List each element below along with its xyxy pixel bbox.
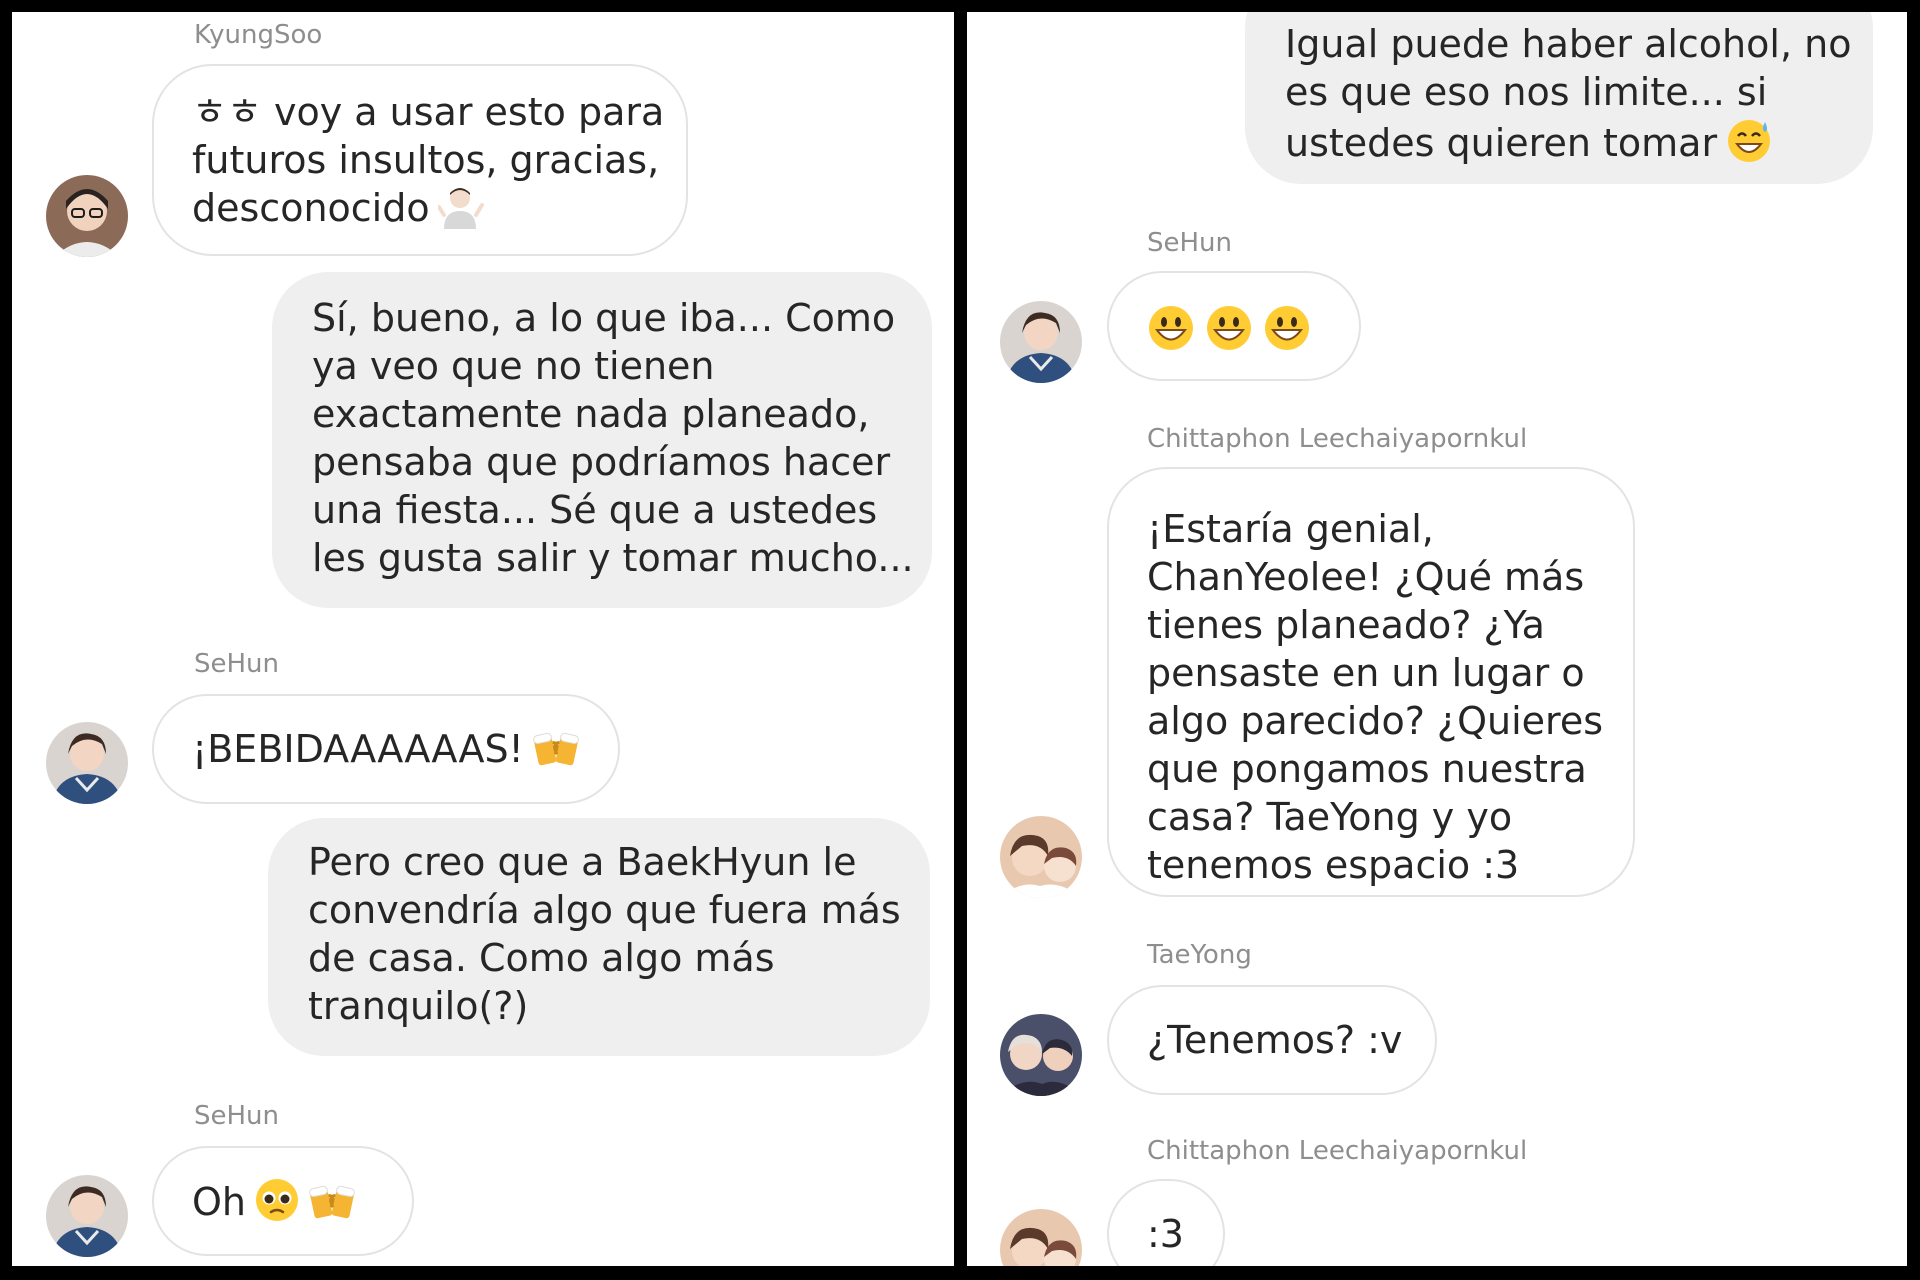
message-line: convendría algo que fuera más — [308, 888, 901, 932]
clinking-beer-mugs-emoji — [308, 1179, 356, 1234]
sender-name: SeHun — [1147, 228, 1233, 258]
sender-name: Chittaphon Leechaiyapornkul — [1147, 1136, 1528, 1166]
avatar-chittaphon[interactable] — [1000, 1209, 1082, 1266]
sender-name: TaeYong — [1147, 940, 1252, 970]
sender-name: KyungSoo — [194, 20, 323, 50]
message-bubble[interactable]: :3 — [1107, 1179, 1225, 1266]
avatar-sehun[interactable] — [46, 722, 128, 804]
pleading-face-emoji — [254, 1177, 300, 1234]
sender-name: SeHun — [194, 649, 280, 679]
message-line: ¡BEBIDAAAAAAS! — [192, 727, 524, 771]
message-bubble[interactable]: ¡BEBIDAAAAAAS! — [152, 694, 620, 804]
message-line: pensaba que podríamos hacer — [312, 440, 891, 484]
person-shrugging-emoji — [436, 185, 484, 240]
message-line: ChanYeolee! ¿Qué más — [1147, 555, 1585, 599]
message-line: algo parecido? ¿Quieres — [1147, 699, 1603, 743]
message-line: ㅎㅎ voy a usar esto para — [192, 90, 665, 134]
message-bubble-outgoing[interactable]: Sí, bueno, a lo que iba... Como ya veo q… — [272, 272, 932, 608]
avatar-chittaphon[interactable] — [1000, 816, 1082, 898]
message-line: Oh — [192, 1180, 246, 1224]
message-line: tenemos espacio :3 — [1147, 843, 1520, 887]
avatar-sehun[interactable] — [1000, 301, 1082, 383]
avatar-sehun[interactable] — [46, 1175, 128, 1257]
chat-panel-left: KyungSoo ㅎㅎ voy a usar esto para futuros… — [12, 12, 954, 1266]
message-line: ¡Estaría genial, — [1147, 507, 1434, 551]
avatar-kyungsoo[interactable] — [46, 175, 128, 257]
message-bubble[interactable]: Oh — [152, 1146, 414, 1256]
message-line: una fiesta... Sé que a ustedes — [312, 488, 878, 532]
message-bubble[interactable]: ¡Estaría genial, ChanYeolee! ¿Qué más ti… — [1107, 467, 1635, 897]
message-line: de casa. Como algo más — [308, 936, 775, 980]
chat-panel-right: Igual puede haber alcohol, no es que eso… — [967, 12, 1907, 1266]
message-line: futuros insultos, gracias, — [192, 138, 660, 182]
message-bubble[interactable] — [1107, 271, 1361, 381]
message-line: tranquilo(?) — [308, 984, 529, 1028]
message-line: Pero creo que a BaekHyun le — [308, 840, 857, 884]
message-line: tienes planeado? ¿Ya — [1147, 603, 1545, 647]
message-line: pensaste en un lugar o — [1147, 651, 1585, 695]
message-bubble-outgoing[interactable]: Igual puede haber alcohol, no es que eso… — [1245, 12, 1873, 184]
message-line: Igual puede haber alcohol, no — [1285, 22, 1852, 66]
grinning-sweat-emoji — [1725, 116, 1773, 175]
message-line: es que eso nos limite... si — [1285, 70, 1768, 114]
clinking-beer-mugs-emoji — [532, 726, 580, 781]
message-bubble[interactable]: ¿Tenemos? :v — [1107, 985, 1437, 1095]
message-line: exactamente nada planeado, — [312, 392, 870, 436]
avatar-taeyong[interactable] — [1000, 1014, 1082, 1096]
sender-name: SeHun — [194, 1101, 280, 1131]
message-line: que pongamos nuestra — [1147, 747, 1587, 791]
message-line: :3 — [1147, 1212, 1184, 1256]
message-line: casa? TaeYong y yo — [1147, 795, 1513, 839]
message-line: ¿Tenemos? :v — [1147, 1018, 1403, 1062]
three-smiley-faces-emoji — [1147, 303, 1317, 364]
sender-name: Chittaphon Leechaiyapornkul — [1147, 424, 1528, 454]
message-line: ya veo que no tienen — [312, 344, 715, 388]
message-bubble-outgoing[interactable]: Pero creo que a BaekHyun le convendría a… — [268, 818, 930, 1056]
message-line: desconocido — [192, 186, 430, 230]
message-line: Sí, bueno, a lo que iba... Como — [312, 296, 896, 340]
message-line: ustedes quieren tomar — [1285, 121, 1718, 165]
message-line: les gusta salir y tomar mucho... — [312, 536, 914, 580]
message-bubble[interactable]: ㅎㅎ voy a usar esto para futuros insultos… — [152, 64, 688, 256]
